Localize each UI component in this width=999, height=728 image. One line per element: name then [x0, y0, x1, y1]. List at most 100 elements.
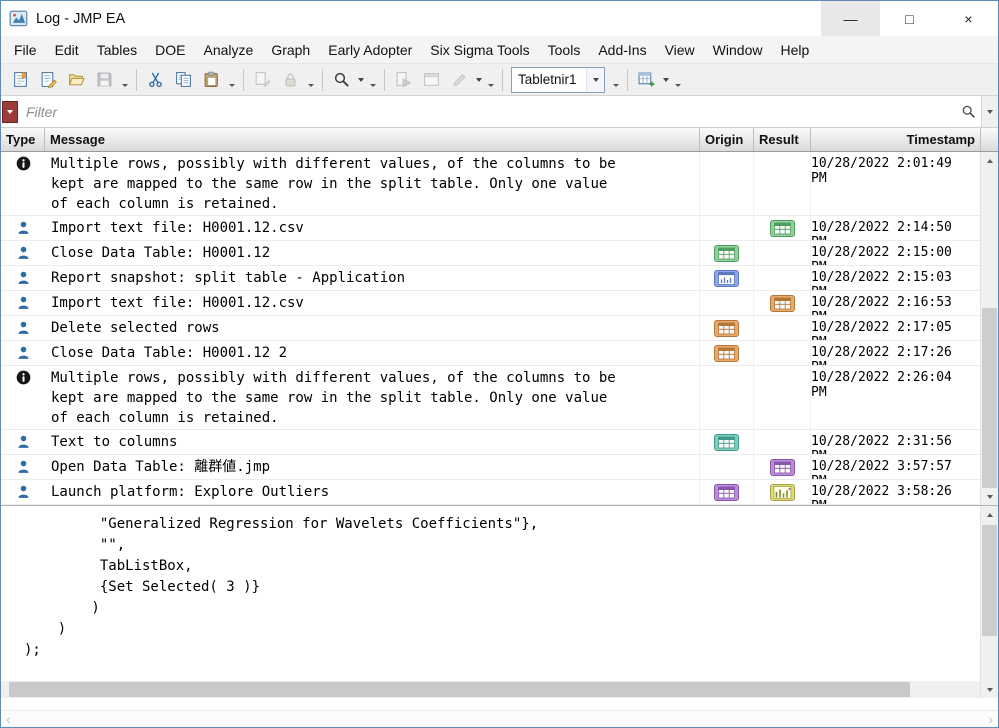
result-cell — [753, 430, 810, 454]
script-horizontal-scrollbar[interactable] — [1, 681, 980, 698]
menu-help[interactable]: Help — [771, 36, 818, 63]
new-data-table-dropdown[interactable] — [660, 67, 671, 93]
save-button[interactable] — [91, 67, 117, 93]
new-script-button[interactable] — [35, 67, 61, 93]
filter-dropdown-button[interactable] — [981, 96, 998, 127]
script-scroll-thumb[interactable] — [982, 525, 997, 636]
scroll-left-button[interactable]: ‹ — [6, 712, 11, 726]
menu-add-ins[interactable]: Add-Ins — [589, 36, 655, 63]
menu-early-adopter[interactable]: Early Adopter — [319, 36, 421, 63]
log-row[interactable]: Multiple rows, possibly with different v… — [1, 152, 980, 216]
log-row[interactable]: Multiple rows, possibly with different v… — [1, 366, 980, 430]
new-window-button[interactable] — [418, 67, 444, 93]
window-horizontal-scrollbar[interactable]: ‹ › — [1, 710, 998, 727]
search-icon[interactable] — [955, 100, 981, 124]
menu-edit[interactable]: Edit — [46, 36, 88, 63]
red-triangle-menu-button[interactable] — [2, 101, 18, 123]
log-row[interactable]: Import text file: H0001.12.csv10/28/2022… — [1, 216, 980, 241]
minimize-button[interactable]: — — [821, 1, 880, 36]
log-vertical-scrollbar[interactable] — [980, 152, 998, 505]
log-message: Text to columns — [45, 430, 699, 454]
format-painter-button[interactable] — [249, 67, 275, 93]
log-row[interactable]: Open Data Table: 離群値.jmp10/28/2022 3:57:… — [1, 455, 980, 480]
script-hscroll-thumb[interactable] — [9, 682, 910, 697]
menu-analyze[interactable]: Analyze — [195, 36, 263, 63]
table-selector-combobox[interactable]: Tabletnir1 — [511, 67, 605, 93]
report-icon — [714, 270, 739, 287]
toolbar-overflow-chevron[interactable] — [120, 64, 130, 95]
lock-button[interactable] — [277, 67, 303, 93]
log-row[interactable]: Close Data Table: H0001.1210/28/2022 2:1… — [1, 241, 980, 266]
toolbar-overflow-chevron[interactable] — [673, 64, 683, 95]
type-cell — [1, 341, 45, 365]
menu-tools[interactable]: Tools — [539, 36, 590, 63]
log-row[interactable]: Delete selected rows10/28/2022 2:17:05 P… — [1, 316, 980, 341]
new-journal-button[interactable] — [7, 67, 33, 93]
log-scroll-thumb[interactable] — [982, 308, 997, 488]
search-dropdown[interactable] — [355, 67, 366, 93]
log-row[interactable]: Launch platform: Explore Outliers10/28/2… — [1, 480, 980, 505]
chevron-down-icon — [593, 78, 599, 85]
data-table-icon — [714, 245, 739, 262]
cut-button[interactable] — [142, 67, 168, 93]
origin-cell — [699, 241, 753, 265]
maximize-button[interactable]: □ — [880, 1, 939, 36]
script-pane: "Generalized Regression for Wavelets Coe… — [1, 505, 998, 698]
log-row[interactable]: Report snapshot: split table - Applicati… — [1, 266, 980, 291]
copy-button[interactable] — [170, 67, 196, 93]
script-text[interactable]: "Generalized Regression for Wavelets Coe… — [1, 506, 980, 681]
log-timestamp: 10/28/2022 2:31:56 PM — [810, 430, 980, 454]
script-vertical-scrollbar[interactable] — [980, 506, 998, 698]
log-row[interactable]: Import text file: H0001.12.csv 10/28/2022… — [1, 291, 980, 316]
log-scroll-track[interactable] — [981, 169, 998, 488]
log-message: Import text file: H0001.12.csv — [45, 291, 699, 315]
log-message: Multiple rows, possibly with different v… — [45, 366, 699, 429]
menu-tables[interactable]: Tables — [88, 36, 146, 63]
column-header-origin[interactable]: Origin — [700, 128, 754, 151]
toolbar-overflow-chevron[interactable] — [306, 64, 316, 95]
menu-doe[interactable]: DOE — [146, 36, 194, 63]
scroll-down-button[interactable] — [981, 488, 998, 505]
toolbar-overflow-chevron[interactable] — [486, 64, 496, 95]
menu-graph[interactable]: Graph — [262, 36, 319, 63]
filter-input[interactable] — [18, 96, 955, 127]
result-cell — [753, 366, 810, 429]
log-timestamp: 10/28/2022 2:16:53 PM — [810, 291, 980, 315]
new-data-table-button[interactable] — [633, 67, 659, 93]
origin-cell — [699, 152, 753, 215]
menu-six-sigma-tools[interactable]: Six Sigma Tools — [421, 36, 538, 63]
menu-view[interactable]: View — [656, 36, 704, 63]
close-button[interactable]: × — [939, 1, 998, 36]
menu-window[interactable]: Window — [704, 36, 772, 63]
script-scroll-up-button[interactable] — [981, 506, 998, 523]
pencil-icon — [451, 71, 468, 88]
column-header-message[interactable]: Message — [45, 128, 700, 151]
menu-file[interactable]: File — [5, 36, 46, 63]
combobox-dropdown[interactable] — [586, 68, 604, 92]
run-script-button[interactable] — [390, 67, 416, 93]
origin-cell — [699, 266, 753, 290]
log-row[interactable]: Close Data Table: H0001.12 210/28/2022 2… — [1, 341, 980, 366]
column-header-result[interactable]: Result — [754, 128, 811, 151]
titlebar: Log - JMP EA — □ × — [1, 1, 998, 36]
chevron-up-icon — [987, 510, 993, 517]
open-button[interactable] — [63, 67, 89, 93]
scroll-up-button[interactable] — [981, 152, 998, 169]
toolbar: Tabletnir1 — [1, 64, 998, 96]
column-header-timestamp[interactable]: Timestamp — [811, 128, 981, 151]
log-row[interactable]: Text to columns 10/28/2022 2:31:56 PM — [1, 430, 980, 455]
scroll-right-button[interactable]: › — [988, 712, 993, 726]
search-button[interactable] — [328, 67, 354, 93]
annotate-dropdown[interactable] — [473, 67, 484, 93]
annotate-button[interactable] — [446, 67, 472, 93]
script-scroll-track[interactable] — [981, 523, 998, 681]
paste-button[interactable] — [198, 67, 224, 93]
result-cell — [753, 291, 810, 315]
script-scroll-down-button[interactable] — [981, 681, 998, 698]
combobox-value: Tabletnir1 — [512, 72, 586, 87]
column-header-type[interactable]: Type — [1, 128, 45, 151]
toolbar-overflow-chevron[interactable] — [368, 64, 378, 95]
toolbar-overflow-chevron[interactable] — [227, 64, 237, 95]
toolbar-overflow-chevron[interactable] — [611, 64, 621, 95]
filter-bar — [1, 96, 998, 128]
